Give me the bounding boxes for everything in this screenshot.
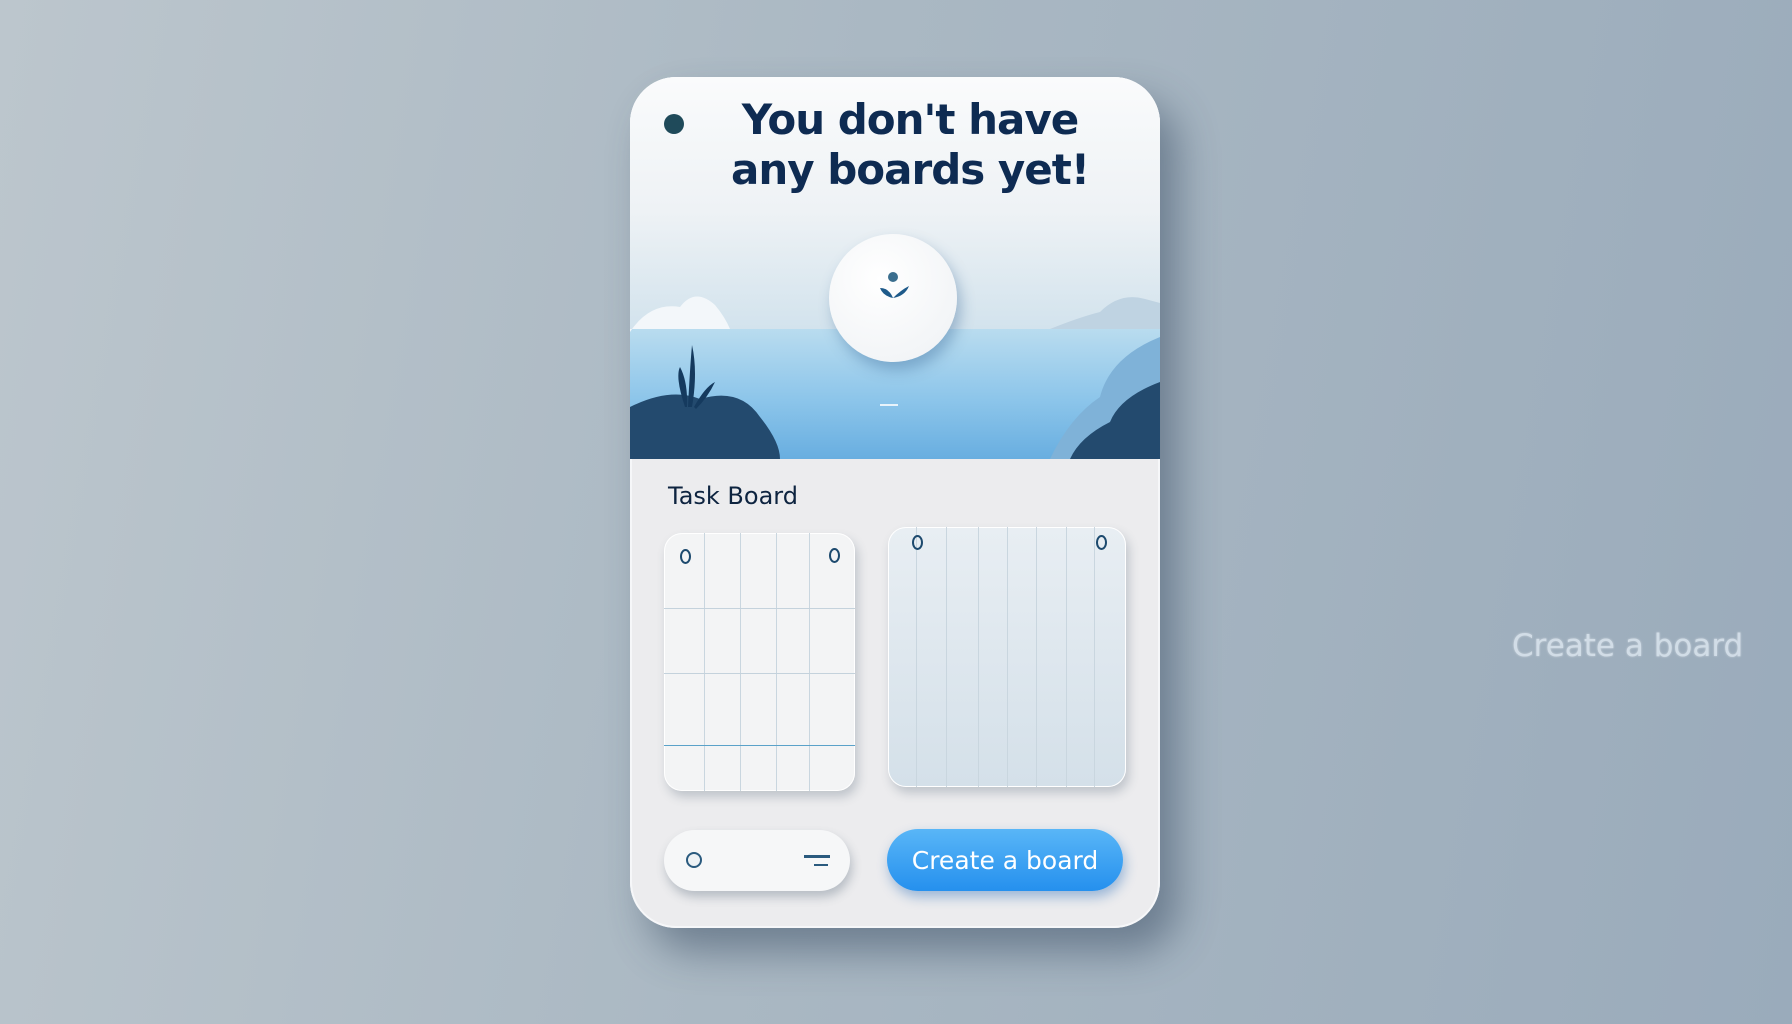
pin-icon <box>1096 535 1107 550</box>
pin-icon <box>680 549 691 564</box>
empty-state-card: You don't have any boards yet! Task Boar… <box>630 77 1160 928</box>
board-placeholder[interactable] <box>664 533 855 791</box>
hero-illustration: You don't have any boards yet! <box>630 77 1160 459</box>
create-board-link[interactable]: Create a board <box>1512 628 1743 664</box>
pin-icon <box>829 548 840 563</box>
circle-icon <box>686 852 702 868</box>
section-label: Task Board <box>668 482 798 510</box>
status-dot <box>664 114 684 134</box>
pin-icon <box>912 535 923 550</box>
create-board-button[interactable]: Create a board <box>887 829 1123 891</box>
sprout-icon <box>880 272 909 298</box>
menu-icon <box>804 855 830 866</box>
board-placeholder[interactable] <box>888 527 1126 787</box>
plant-icon-badge <box>829 234 957 362</box>
title-line: You don't have <box>741 95 1079 144</box>
board-options-toggle[interactable] <box>664 830 850 891</box>
title-line: any boards yet! <box>731 145 1090 194</box>
page-title: You don't have any boards yet! <box>690 95 1130 195</box>
